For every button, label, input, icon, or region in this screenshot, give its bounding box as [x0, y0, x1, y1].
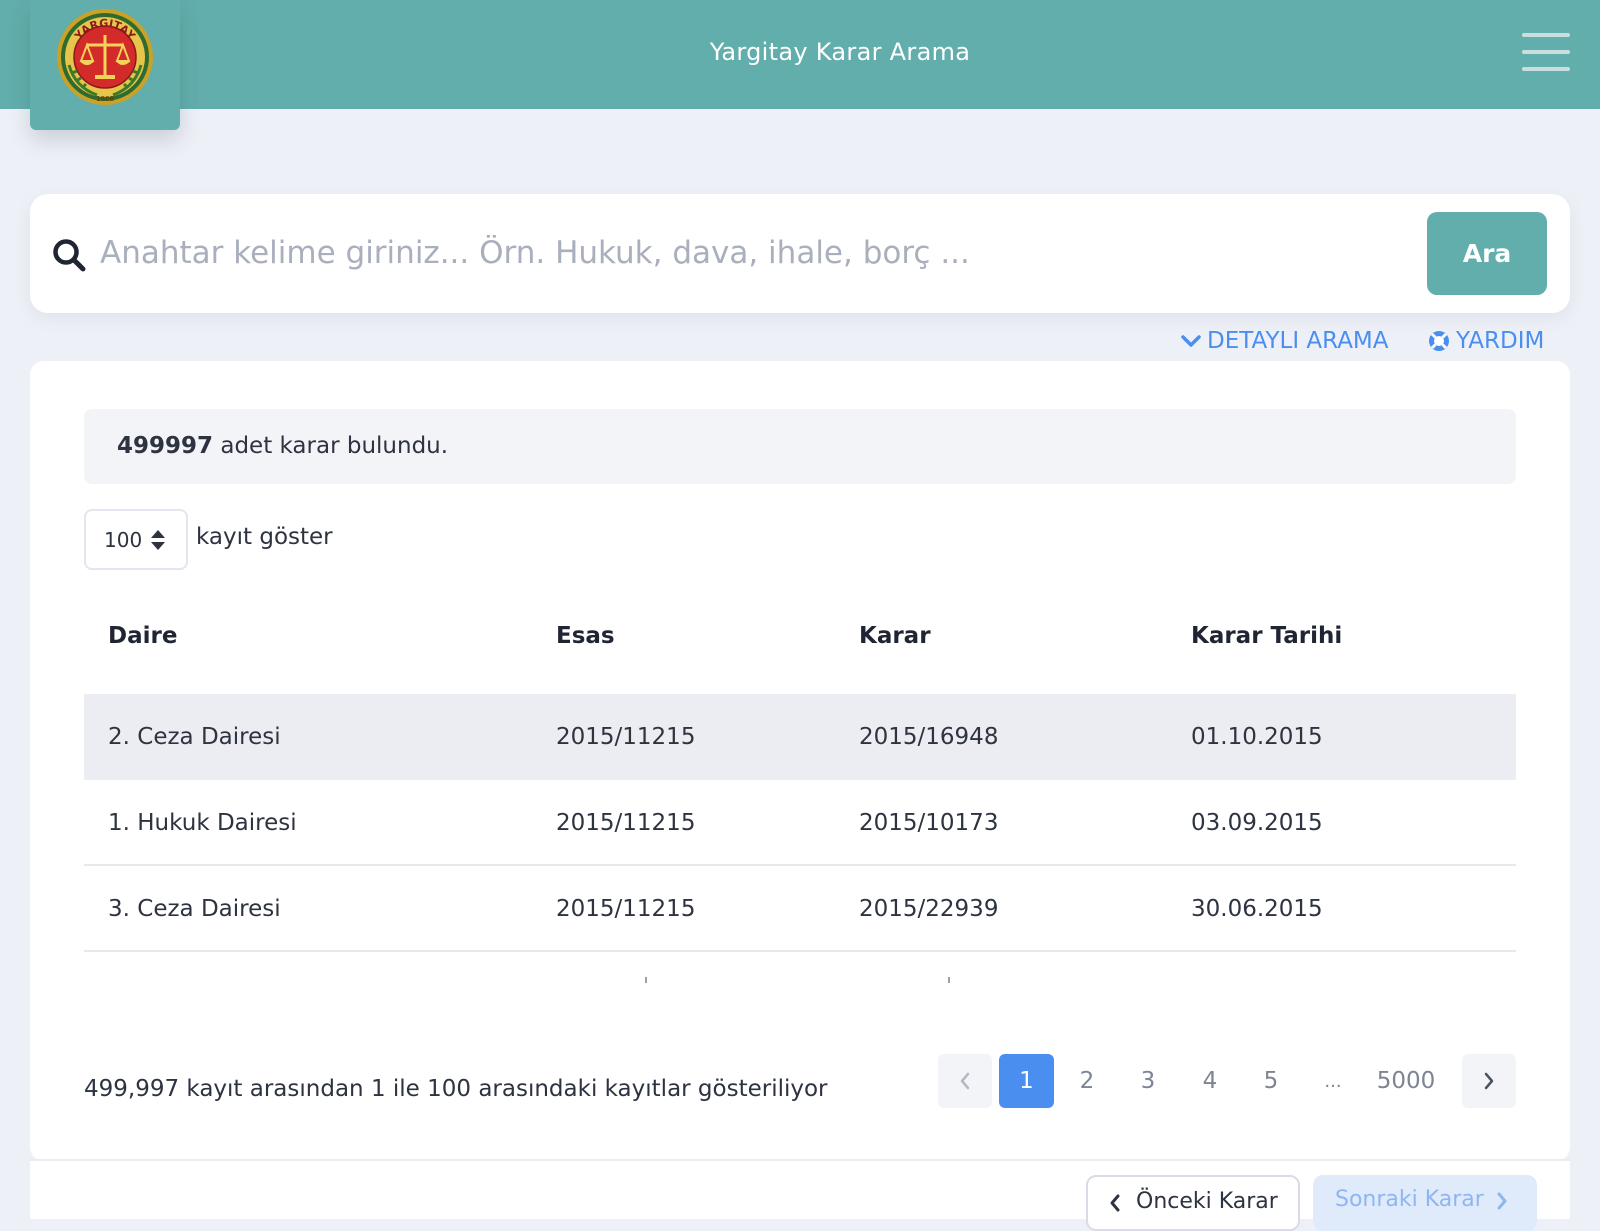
column-header-daire[interactable]: Daire: [108, 623, 177, 649]
column-header-karar-tarihi[interactable]: Karar Tarihi: [1191, 623, 1342, 649]
chevron-right-icon: [1497, 1192, 1507, 1210]
search-bar: Ara: [30, 194, 1570, 313]
cell-karar: 2015/16948: [859, 724, 999, 750]
results-panel: 499997 adet karar bulundu. 100 kayıt gös…: [30, 361, 1570, 1161]
page-button-last[interactable]: 5000: [1366, 1054, 1446, 1108]
cell-daire: 2. Ceza Dairesi: [108, 724, 281, 750]
help-label: YARDIM: [1456, 328, 1545, 354]
cell-karar: 2015/10173: [859, 810, 999, 836]
hamburger-menu-icon[interactable]: [1522, 33, 1570, 75]
detailed-search-label: DETAYLI ARAMA: [1207, 328, 1389, 354]
page-button-4[interactable]: 4: [1183, 1054, 1237, 1108]
result-count: 499997: [117, 433, 214, 459]
previous-decision-button[interactable]: Önceki Karar: [1086, 1175, 1300, 1231]
table-info: 499,997 kayıt arasından 1 ile 100 arasın…: [84, 1076, 828, 1102]
table-row[interactable]: 3. Ceza Dairesi 2015/11215 2015/22939 30…: [84, 866, 1516, 952]
result-count-suffix: adet karar bulundu.: [220, 433, 449, 459]
page-button-5[interactable]: 5: [1244, 1054, 1298, 1108]
cell-esas: 2015/11215: [556, 810, 696, 836]
page-size-label: kayıt göster: [196, 524, 333, 550]
detailed-search-link[interactable]: DETAYLI ARAMA: [1180, 328, 1389, 354]
top-bar: YARGITAY 1868 Yargitay Karar Arama: [0, 0, 1600, 130]
previous-decision-label: Önceki Karar: [1136, 1189, 1278, 1214]
table-row[interactable]: 2. Ceza Dairesi 2015/11215 2015/16948 01…: [84, 694, 1516, 780]
next-page-button[interactable]: [1462, 1054, 1516, 1108]
result-count-box: 499997 adet karar bulundu.: [84, 409, 1516, 484]
column-header-karar[interactable]: Karar: [859, 623, 931, 649]
app-title: Yargitay Karar Arama: [709, 38, 971, 66]
page-button-1[interactable]: 1: [999, 1054, 1054, 1108]
chevron-down-icon: [1181, 335, 1201, 347]
table-row[interactable]: 1. Hukuk Dairesi 2015/11215 2015/10173 0…: [84, 780, 1516, 866]
clipped-row-mark: [948, 977, 950, 983]
page-button-2[interactable]: 2: [1060, 1054, 1114, 1108]
page-size-value: 100: [104, 528, 143, 552]
cell-esas: 2015/11215: [556, 724, 696, 750]
decision-navigation-bar: Önceki Karar Sonraki Karar: [30, 1159, 1570, 1231]
cell-karar: 2015/22939: [859, 896, 999, 922]
column-header-esas[interactable]: Esas: [556, 623, 615, 649]
clipped-row-mark: [645, 977, 647, 983]
sort-arrows-icon: [151, 530, 165, 550]
page-button-3[interactable]: 3: [1121, 1054, 1175, 1108]
search-input[interactable]: [100, 222, 1420, 284]
prev-page-button[interactable]: [938, 1054, 992, 1108]
chevron-left-icon: [960, 1072, 970, 1090]
cell-karar-tarihi: 03.09.2015: [1191, 810, 1323, 836]
next-decision-button[interactable]: Sonraki Karar: [1313, 1175, 1537, 1231]
cell-daire: 1. Hukuk Dairesi: [108, 810, 297, 836]
page-ellipsis: ...: [1324, 1070, 1342, 1092]
life-ring-icon: [1429, 331, 1449, 351]
cell-karar-tarihi: 01.10.2015: [1191, 724, 1323, 750]
chevron-right-icon: [1484, 1072, 1494, 1090]
page-size-select[interactable]: 100: [84, 509, 188, 570]
help-link[interactable]: YARDIM: [1427, 328, 1544, 354]
cell-esas: 2015/11215: [556, 896, 696, 922]
cell-daire: 3. Ceza Dairesi: [108, 896, 281, 922]
search-icon: [53, 239, 86, 272]
svg-text:1868: 1868: [96, 95, 114, 103]
cell-karar-tarihi: 30.06.2015: [1191, 896, 1323, 922]
chevron-left-icon: [1110, 1194, 1120, 1212]
search-button[interactable]: Ara: [1427, 212, 1547, 295]
